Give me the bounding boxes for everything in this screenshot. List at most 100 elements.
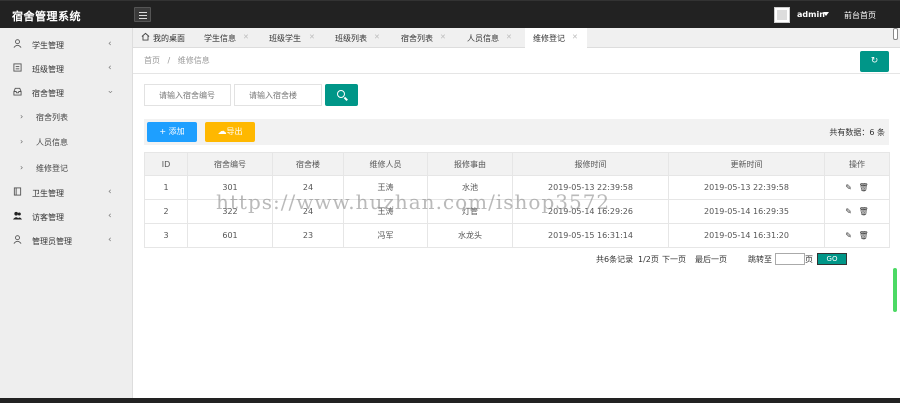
jump-page-input[interactable] [775, 253, 805, 265]
chevron-left-icon: ‹ [108, 187, 112, 197]
cell-update-time: 2019-05-14 16:31:20 [668, 223, 825, 248]
next-page-link[interactable]: 下一页 [662, 254, 686, 265]
cell-id: 3 [144, 223, 188, 248]
tab-label: 班级学生 [269, 34, 301, 43]
top-bar: 宿舍管理系统 admin 前台首页 [0, 0, 900, 28]
add-button[interactable]: + 添加 [147, 122, 197, 142]
caret-down-icon[interactable] [823, 12, 829, 16]
table-row: 2 322 24 王涛 灯管 2019-05-14 16:29:26 2019-… [144, 199, 890, 224]
cell-repairer: 冯军 [343, 223, 428, 248]
refresh-icon: ↻ [870, 56, 879, 66]
delete-icon[interactable]: 🗑 [859, 183, 869, 192]
tab-desktop[interactable]: 我的桌面 [133, 28, 193, 48]
table-header-row: ID 宿舍编号 宿舍楼 维修人员 报修事由 报修时间 更新时间 操作 [144, 152, 890, 176]
sidebar-item-hygiene[interactable]: 卫生管理 ‹ [0, 180, 133, 204]
edit-icon[interactable]: ✎ [845, 183, 852, 192]
chevron-left-icon: ‹ [108, 39, 112, 49]
close-icon[interactable]: ✕ [440, 33, 446, 41]
sidebar-subitem-repair[interactable]: › 维修登记 [0, 155, 133, 179]
user-icon [13, 235, 22, 244]
tab-student-info[interactable]: 学生信息 ✕ [196, 28, 259, 48]
toolbar: + 添加 ☁导出 共有数据：6 条 [144, 119, 889, 145]
sidebar-item-classes[interactable]: 班级管理 ‹ [0, 56, 133, 80]
cell-dorm-number: 601 [187, 223, 273, 248]
divider [133, 73, 900, 74]
pager-summary: 共6条记录 [596, 255, 634, 264]
sidebar-subitem-personnel[interactable]: › 人员信息 [0, 129, 133, 153]
cell-report-time: 2019-05-15 16:31:14 [512, 223, 669, 248]
go-button[interactable]: GO [817, 253, 847, 265]
sidebar-item-dorms[interactable]: 宿舍管理 ‹ [0, 80, 133, 104]
user-icon [13, 39, 22, 48]
chevron-left-icon: ‹ [108, 235, 112, 245]
tab-repair[interactable]: 维修登记 ✕ [525, 28, 587, 48]
chevron-right-icon: › [20, 163, 24, 172]
tab-class-list[interactable]: 班级列表 ✕ [329, 28, 392, 48]
close-icon[interactable]: ✕ [309, 33, 315, 41]
last-page-link[interactable]: 最后一页 [695, 254, 727, 265]
chevron-right-icon: › [20, 112, 24, 121]
scrollbar-thumb[interactable] [893, 268, 897, 312]
cell-report-time: 2019-05-13 22:39:58 [512, 175, 669, 200]
sidebar-item-admins[interactable]: 管理员管理 ‹ [0, 228, 133, 252]
tab-label: 维修登记 [533, 34, 565, 43]
tab-bar: 我的桌面 学生信息 ✕ 班级学生 ✕ 班级列表 ✕ 宿舍列表 ✕ 人员信息 ✕ … [133, 28, 900, 48]
sidebar-subitem-label: 宿舍列表 [36, 113, 68, 122]
breadcrumb-home[interactable]: 首页 [144, 56, 160, 65]
sidebar-item-label: 学生管理 [32, 41, 64, 50]
cell-dorm-number: 301 [187, 175, 273, 200]
sidebar-item-label: 宿舍管理 [32, 89, 64, 98]
edit-icon[interactable]: ✎ [845, 231, 852, 240]
delete-icon[interactable]: 🗑 [859, 207, 869, 216]
search-icon [337, 90, 345, 98]
tab-label: 宿舍列表 [401, 34, 433, 43]
delete-icon[interactable]: 🗑 [859, 231, 869, 240]
tab-personnel[interactable]: 人员信息 ✕ [460, 28, 523, 48]
tab-label: 班级列表 [335, 34, 367, 43]
scrollbar-top[interactable] [893, 28, 898, 40]
export-label: 导出 [226, 127, 243, 136]
search-button[interactable] [325, 84, 358, 106]
close-icon[interactable]: ✕ [572, 33, 578, 41]
cell-actions: ✎ 🗑 [824, 175, 890, 200]
cell-reason: 灯管 [427, 199, 513, 224]
sidebar-item-visitors[interactable]: 访客管理 ‹ [0, 204, 133, 228]
close-icon[interactable]: ✕ [506, 33, 512, 41]
dorm-number-input[interactable] [144, 84, 231, 106]
chevron-left-icon: ‹ [108, 63, 112, 73]
column-header: ID [144, 152, 188, 176]
table-row: 3 601 23 冯军 水龙头 2019-05-15 16:31:14 2019… [144, 223, 890, 248]
column-header: 操作 [824, 152, 890, 176]
tab-dorm-list[interactable]: 宿舍列表 ✕ [395, 28, 458, 48]
export-button[interactable]: ☁导出 [205, 122, 255, 142]
sidebar-subitem-label: 维修登记 [36, 164, 68, 173]
close-icon[interactable]: ✕ [243, 33, 249, 41]
menu-toggle-button[interactable] [134, 7, 151, 22]
refresh-button[interactable]: ↻ [860, 51, 889, 72]
home-icon [141, 32, 150, 41]
tab-label: 人员信息 [467, 34, 499, 43]
cell-update-time: 2019-05-13 22:39:58 [668, 175, 825, 200]
column-header: 报修事由 [427, 152, 513, 176]
calendar-icon [13, 63, 22, 72]
avatar[interactable] [774, 7, 790, 23]
tab-class-students[interactable]: 班级学生 ✕ [263, 28, 326, 48]
sidebar-subitem-dorm-list[interactable]: › 宿舍列表 [0, 104, 133, 128]
cell-update-time: 2019-05-14 16:29:35 [668, 199, 825, 224]
breadcrumb-separator: / [167, 56, 171, 65]
front-page-link[interactable]: 前台首页 [844, 10, 876, 21]
page-unit-label: 页 [805, 255, 813, 264]
edit-icon[interactable]: ✎ [845, 207, 852, 216]
user-name[interactable]: admin [797, 10, 825, 19]
tab-label: 学生信息 [204, 34, 236, 43]
cell-repairer: 王涛 [343, 199, 428, 224]
building-input[interactable] [234, 84, 322, 106]
close-icon[interactable]: ✕ [374, 33, 380, 41]
pager-page: 1/2页 [638, 255, 659, 264]
column-header: 维修人员 [343, 152, 428, 176]
column-header: 报修时间 [512, 152, 669, 176]
column-header: 宿舍编号 [187, 152, 273, 176]
sidebar-item-students[interactable]: 学生管理 ‹ [0, 32, 133, 56]
cell-reason: 水龙头 [427, 223, 513, 248]
jump-to-label: 跳转至 [748, 255, 772, 264]
